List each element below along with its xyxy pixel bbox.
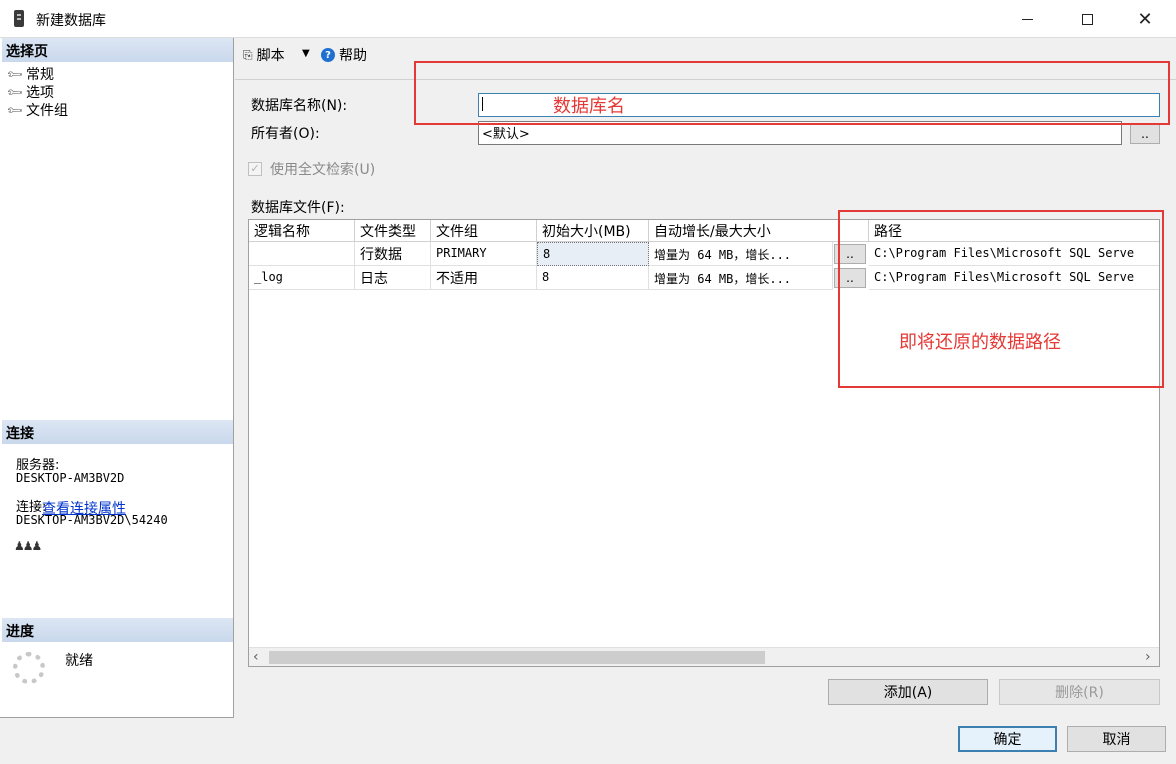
column-header-file-type[interactable]: 文件类型	[355, 220, 431, 242]
progress-spinner-icon	[13, 652, 45, 684]
help-label: 帮助	[339, 48, 367, 64]
cell-filegroup[interactable]: PRIMARY	[431, 242, 537, 266]
connection-properties-icon: ♟♟♟	[14, 539, 42, 553]
maximize-button[interactable]	[1058, 0, 1116, 38]
ok-button[interactable]: 确定	[958, 726, 1057, 752]
server-value: DESKTOP-AM3BV2D	[16, 471, 125, 485]
cell-logical-name[interactable]: _log	[249, 266, 355, 290]
annotation-box-path	[838, 210, 1164, 388]
page-item-label: 常规	[26, 67, 54, 83]
close-icon: ✕	[1137, 8, 1153, 30]
column-header-logical-name[interactable]: 逻辑名称	[249, 220, 355, 242]
page-item-filegroups[interactable]: 🔧︎ 文件组	[5, 100, 68, 120]
fulltext-label: 使用全文检索(U)	[270, 162, 376, 178]
page-item-options[interactable]: 🔧︎ 选项	[5, 82, 54, 102]
annotation-db-name-note: 数据库名	[553, 96, 625, 117]
window-title: 新建数据库	[36, 13, 106, 29]
progress-header: 进度	[2, 618, 233, 642]
owner-browse-button[interactable]: ..	[1130, 124, 1160, 144]
cell-file-type[interactable]: 行数据	[355, 242, 431, 266]
page-item-label: 文件组	[26, 103, 68, 119]
maximize-icon	[1081, 13, 1093, 25]
connection-header: 连接	[2, 420, 233, 444]
remove-file-button[interactable]: 删除(R)	[999, 679, 1160, 705]
db-name-label: 数据库名称(N):	[251, 98, 348, 114]
page-item-general[interactable]: 🔧︎ 常规	[5, 64, 54, 84]
scroll-right-arrow-icon[interactable]: ›	[1145, 649, 1151, 665]
page-item-label: 选项	[26, 85, 54, 101]
owner-label: 所有者(O):	[251, 126, 320, 142]
annotation-path-note: 即将还原的数据路径	[899, 332, 1061, 353]
help-button[interactable]: ? 帮助	[321, 45, 367, 65]
progress-status: 就绪	[65, 653, 93, 669]
script-icon: ⎘	[243, 47, 253, 62]
scrollbar-thumb[interactable]	[269, 651, 765, 664]
cell-initial-size[interactable]: 8	[537, 266, 649, 290]
select-page-header: 选择页	[2, 38, 233, 62]
column-header-autogrowth[interactable]: 自动增长/最大大小	[649, 220, 869, 242]
scroll-left-arrow-icon[interactable]: ‹	[253, 649, 259, 665]
cell-logical-name[interactable]	[249, 242, 355, 266]
minimize-icon	[1021, 18, 1033, 20]
script-label: 脚本	[256, 48, 285, 64]
fulltext-checkbox[interactable]: ✓	[248, 162, 262, 176]
minimize-button[interactable]	[998, 0, 1056, 38]
left-pane: 选择页 🔧︎ 常规 🔧︎ 选项 🔧︎ 文件组 连接 服务器: DESKTOP-A…	[0, 38, 234, 718]
annotation-box-db-name	[414, 61, 1170, 125]
title-bar: 新建数据库 ✕	[0, 0, 1176, 38]
script-button[interactable]: ⎘ 脚本	[243, 45, 285, 65]
cell-autogrowth[interactable]: 增量为 64 MB，增长...	[649, 242, 833, 266]
horizontal-scrollbar[interactable]: ‹ ›	[249, 647, 1159, 666]
add-file-button[interactable]: 添加(A)	[828, 679, 988, 705]
column-header-filegroup[interactable]: 文件组	[431, 220, 537, 242]
database-app-icon	[14, 10, 24, 27]
close-button[interactable]: ✕	[1116, 0, 1174, 38]
wrench-icon: 🔧︎	[5, 64, 25, 84]
view-connection-properties-link[interactable]: 查看连接属性	[42, 498, 126, 518]
cancel-button[interactable]: 取消	[1067, 726, 1166, 752]
script-dropdown-arrow-icon[interactable]: ▼	[302, 48, 310, 59]
wrench-icon: 🔧︎	[5, 82, 25, 102]
help-icon: ?	[321, 48, 335, 62]
db-files-label: 数据库文件(F):	[251, 200, 345, 216]
cell-file-type[interactable]: 日志	[355, 266, 431, 290]
cell-filegroup[interactable]: 不适用	[431, 266, 537, 290]
cell-initial-size[interactable]: 8	[537, 242, 649, 266]
cell-autogrowth[interactable]: 增量为 64 MB，增长...	[649, 266, 833, 290]
column-header-initial-size[interactable]: 初始大小(MB)	[537, 220, 649, 242]
wrench-icon: 🔧︎	[5, 100, 25, 120]
